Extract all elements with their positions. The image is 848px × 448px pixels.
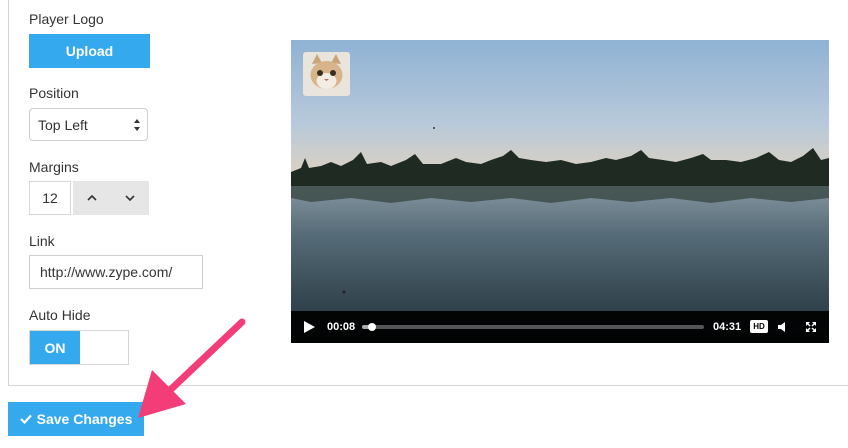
position-select-value: Top Left: [38, 116, 88, 133]
checkmark-icon: [19, 414, 32, 424]
player-logo-overlay: [303, 52, 350, 96]
fullscreen-icon[interactable]: [805, 321, 817, 333]
play-icon[interactable]: [302, 320, 316, 334]
link-input[interactable]: http://www.zype.com/: [29, 255, 203, 289]
cat-logo-icon: [303, 52, 350, 96]
margins-value-field[interactable]: 12: [29, 181, 71, 215]
link-label: Link: [29, 233, 55, 249]
duration-time: 04:31: [713, 321, 742, 333]
chevron-up-icon: [87, 194, 97, 201]
annotation-arrow-icon: [138, 318, 246, 418]
margins-decrement-button[interactable]: [111, 181, 149, 215]
progress-handle[interactable]: [368, 323, 377, 331]
progress-bar[interactable]: [362, 323, 704, 331]
player-logo-label: Player Logo: [29, 11, 104, 27]
position-select[interactable]: Top Left: [29, 108, 148, 141]
chevron-down-icon: [125, 195, 135, 202]
upload-button[interactable]: Upload: [29, 34, 150, 68]
hd-toggle[interactable]: HD: [750, 320, 768, 333]
auto-hide-label: Auto Hide: [29, 307, 91, 323]
auto-hide-toggle[interactable]: ON: [29, 330, 129, 365]
save-changes-label: Save Changes: [36, 411, 133, 427]
video-controls-bar: 00:08 04:31 HD: [291, 311, 829, 343]
video-frame-scene: [291, 40, 829, 343]
volume-icon[interactable]: [777, 321, 789, 333]
position-label: Position: [29, 85, 79, 101]
margins-increment-button[interactable]: [73, 181, 111, 215]
select-caret-icon: [134, 119, 140, 131]
current-time: 00:08: [327, 321, 356, 333]
margins-label: Margins: [29, 159, 79, 175]
save-changes-button[interactable]: Save Changes: [8, 402, 144, 436]
video-player[interactable]: 00:08 04:31 HD: [291, 40, 829, 343]
auto-hide-on-state: ON: [30, 331, 80, 364]
